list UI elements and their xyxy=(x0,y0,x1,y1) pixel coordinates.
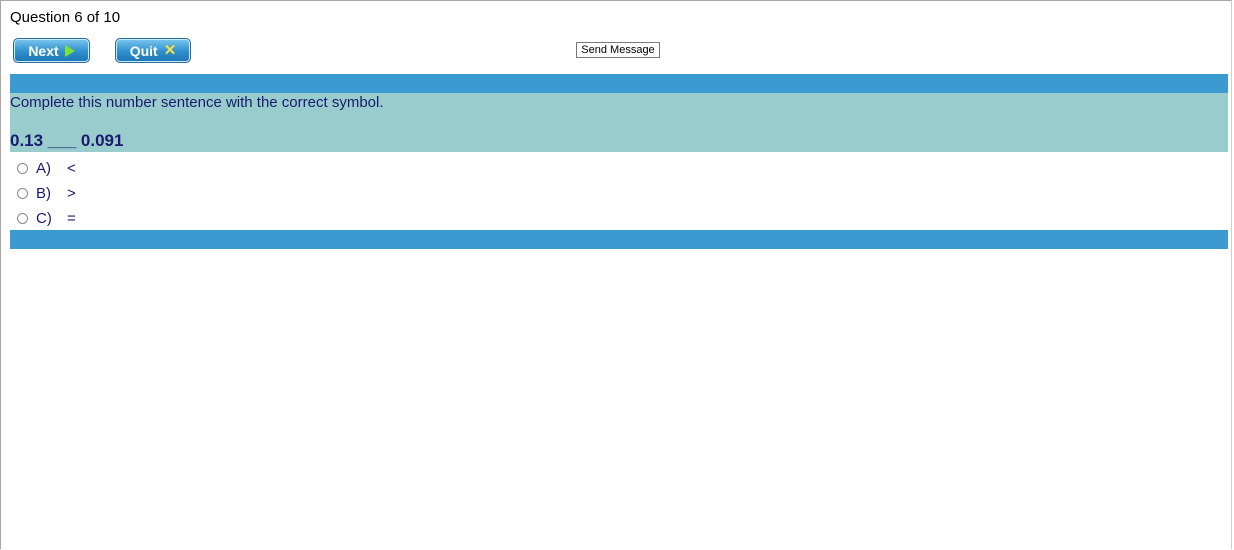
question-expression: 0.13 ___ 0.091 xyxy=(10,131,124,150)
quit-button[interactable]: Quit ✕ xyxy=(115,38,191,63)
play-arrow-icon xyxy=(64,44,75,57)
choice-a[interactable]: A) < xyxy=(17,156,76,181)
choice-b[interactable]: B) > xyxy=(17,181,76,206)
quit-button-label: Quit xyxy=(129,42,158,59)
next-button-label: Next xyxy=(28,42,59,59)
question-prompt: Complete this number sentence with the c… xyxy=(10,94,384,111)
choice-letter: C) xyxy=(36,210,52,227)
choice-symbol: < xyxy=(67,160,76,177)
next-button[interactable]: Next xyxy=(13,38,90,63)
question-counter: Question 6 of 10 xyxy=(10,9,121,26)
radio-button[interactable] xyxy=(17,188,28,199)
answer-choices: A) < B) > C) = xyxy=(17,156,76,231)
choice-c[interactable]: C) = xyxy=(17,206,76,231)
top-divider-bar xyxy=(10,74,1228,93)
choice-letter: A) xyxy=(36,160,51,177)
question-panel: Complete this number sentence with the c… xyxy=(10,93,1228,152)
radio-button[interactable] xyxy=(17,213,28,224)
choice-symbol: > xyxy=(67,185,76,202)
close-icon: ✕ xyxy=(163,42,177,59)
bottom-divider-bar xyxy=(10,230,1228,249)
send-message-button[interactable]: Send Message xyxy=(576,42,660,58)
choice-letter: B) xyxy=(36,185,51,202)
choice-symbol: = xyxy=(67,210,76,227)
radio-button[interactable] xyxy=(17,163,28,174)
